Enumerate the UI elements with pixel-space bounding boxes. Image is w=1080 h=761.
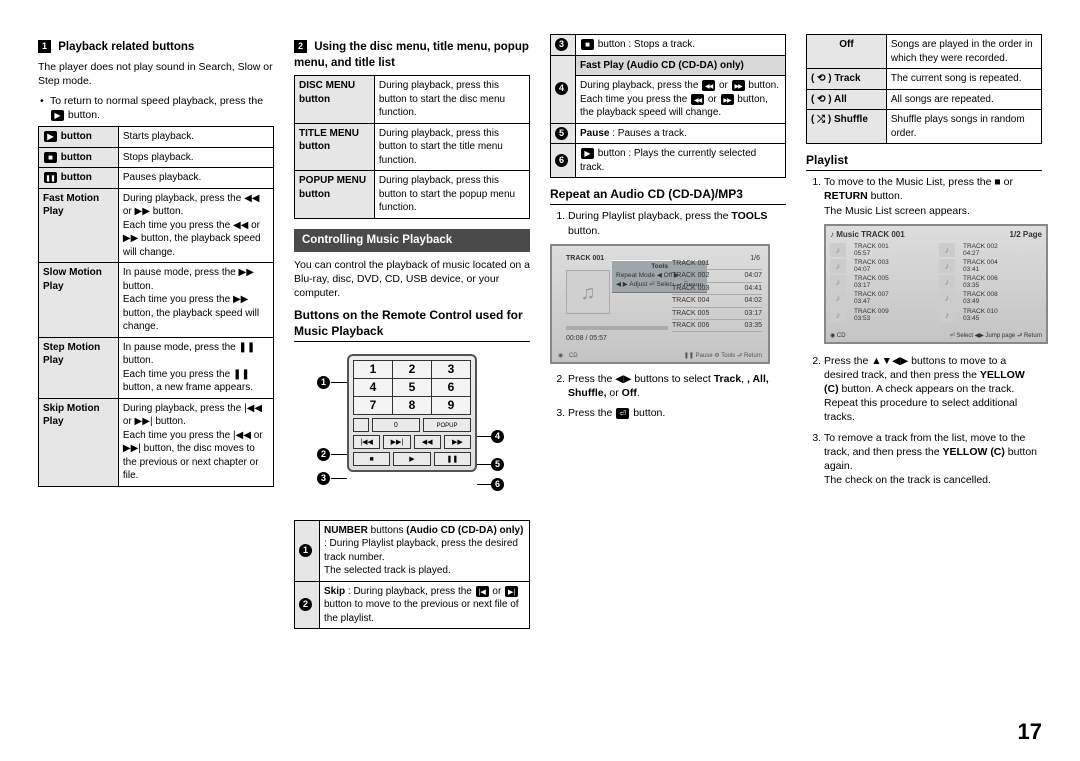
key-blank — [353, 418, 369, 432]
key-3[interactable]: 3 — [432, 360, 471, 378]
heading-repeat-cd: Repeat an Audio CD (CD-DA)/MP3 — [550, 186, 786, 205]
music-list-screenshot: ♪ Music TRACK 001 1/2 Page ♪TRACK 00105:5… — [824, 224, 1048, 344]
ff-icon — [732, 80, 745, 91]
remote-diagram: 123 456 789 0 POPUP |◀◀ ▶▶| ◀◀ ▶▶ ■ — [297, 350, 527, 510]
remote-keypad: 123 456 789 — [353, 360, 471, 415]
section-number-2: 2 — [294, 40, 307, 53]
step-2: Press the ◀▶ buttons to select Track, , … — [568, 372, 786, 400]
key-2[interactable]: 2 — [393, 360, 432, 378]
step-3: Press the button. — [568, 406, 786, 420]
repeat-steps-cont: Press the ◀▶ buttons to select Track, , … — [550, 372, 786, 421]
rewind-icon — [702, 80, 715, 91]
playback-bullets: To return to normal speed playback, pres… — [38, 94, 274, 122]
step-motion-label: Step Motion Play — [39, 337, 119, 398]
remote-callout-table-a: 1NUMBER buttons (Audio CD (CD-DA) only) … — [294, 520, 530, 630]
heading-text: Playback related buttons — [58, 41, 194, 53]
step-motion-desc: In pause mode, press the ❚❚ button. Each… — [118, 337, 273, 398]
mock2-grid: ♪TRACK 00105:57♪TRACK 00204:27♪TRACK 003… — [830, 243, 1042, 322]
key-pause[interactable]: ❚❚ — [434, 452, 471, 466]
key-5[interactable]: 5 — [393, 378, 432, 396]
callout-num-6: 6 — [555, 154, 568, 167]
section-number-1: 1 — [38, 40, 51, 53]
column-4: OffSongs are played in the order in whic… — [806, 30, 1042, 637]
callout-num-3: 3 — [555, 38, 568, 51]
play-icon — [44, 131, 57, 142]
enter-icon — [616, 408, 629, 419]
pause-icon — [44, 172, 57, 183]
key-7[interactable]: 7 — [354, 396, 393, 414]
callout-num-1: 1 — [299, 544, 312, 557]
fast-motion-label: Fast Motion Play — [39, 188, 119, 263]
mock-bottom-bar: ◉ CD❚❚ Pause ⚙ Tools ⮐ Return — [552, 352, 768, 360]
column-2: 2 Using the disc menu, title menu, popup… — [294, 30, 530, 637]
skip-prev-icon — [476, 586, 489, 597]
remote-body: 123 456 789 0 POPUP |◀◀ ▶▶| ◀◀ ▶▶ ■ — [347, 354, 477, 472]
callout-num-4: 4 — [555, 82, 568, 95]
callout-num-2: 2 — [299, 598, 312, 611]
stop-icon — [581, 39, 594, 50]
pl-step-1: To move to the Music List, press the ■ o… — [824, 175, 1042, 344]
playback-note: The player does not play sound in Search… — [38, 60, 274, 88]
skip-motion-label: Skip Motion Play — [39, 398, 119, 486]
ff-icon — [721, 94, 734, 105]
music-note-icon: ♫ — [566, 270, 610, 314]
mock-time: 00:08 / 05:57 — [566, 334, 607, 343]
key-popup[interactable]: POPUP — [423, 418, 471, 432]
callout-2: 2 — [317, 448, 330, 461]
key-play[interactable]: ▶ — [393, 452, 430, 466]
play-icon — [581, 148, 594, 159]
key-1[interactable]: 1 — [354, 360, 393, 378]
music-control-desc: You can control the playback of music lo… — [294, 258, 530, 301]
key-rewind[interactable]: ◀◀ — [414, 435, 441, 449]
fast-motion-desc: During playback, press the ◀◀ or ▶▶ butt… — [118, 188, 273, 263]
playlist-steps: To move to the Music List, press the ■ o… — [806, 175, 1042, 487]
skip-motion-desc: During playback, press the |◀◀ or ▶▶| bu… — [118, 398, 273, 486]
step-1: During Playlist playback, press the TOOL… — [568, 209, 786, 237]
key-9[interactable]: 9 — [432, 396, 471, 414]
column-1: 1 Playback related buttons The player do… — [38, 30, 274, 637]
pl-step-3: To remove a track from the list, move to… — [824, 431, 1042, 488]
key-fast-forward[interactable]: ▶▶ — [444, 435, 471, 449]
heading-controlling-music: Controlling Music Playback — [294, 229, 530, 253]
key-6[interactable]: 6 — [432, 378, 471, 396]
play-icon — [51, 110, 64, 121]
heading-playlist: Playlist — [806, 152, 1042, 171]
mock2-header: ♪ Music TRACK 001 — [830, 230, 905, 241]
heading-disc-menu: 2 Using the disc menu, title menu, popup… — [294, 40, 530, 71]
callout-1: 1 — [317, 376, 330, 389]
heading-playback-buttons: 1 Playback related buttons — [38, 40, 274, 56]
callout-num-5: 5 — [555, 127, 568, 140]
page-number: 17 — [1018, 717, 1042, 747]
progress-bar — [566, 326, 668, 330]
pl-step-2: Press the ▲▼◀▶ buttons to move to a desi… — [824, 354, 1042, 425]
mock-tracklist: TRACK 001 TRACK 002 04:07 TRACK 003 04:4… — [672, 258, 762, 333]
callout-3: 3 — [317, 472, 330, 485]
key-skip-prev[interactable]: |◀◀ — [353, 435, 380, 449]
stop-icon — [44, 152, 57, 163]
page-columns: 1 Playback related buttons The player do… — [38, 30, 1042, 637]
mock-track-title: TRACK 001 — [566, 254, 604, 263]
fast-play-header: Fast Play (Audio CD (CD-DA) only) — [576, 55, 786, 76]
heading-remote-buttons: Buttons on the Remote Control used for M… — [294, 307, 530, 342]
column-3: 3 button : Stops a track. 4Fast Play (Au… — [550, 30, 786, 637]
remote-callout-table-b: 3 button : Stops a track. 4Fast Play (Au… — [550, 34, 786, 178]
rewind-icon — [691, 94, 704, 105]
key-0[interactable]: 0 — [372, 418, 420, 432]
skip-next-icon — [505, 586, 518, 597]
mock2-page: 1/2 Page — [1010, 230, 1042, 241]
tools-screenshot: TRACK 001 1/6 ♫ Tools Repeat Mode ◀ Off … — [550, 244, 770, 364]
bullet-return-normal: To return to normal speed playback, pres… — [38, 94, 274, 122]
slow-motion-desc: In pause mode, press the ▶▶ button. Each… — [118, 263, 273, 338]
key-skip-next[interactable]: ▶▶| — [383, 435, 410, 449]
repeat-steps: During Playlist playback, press the TOOL… — [550, 209, 786, 237]
playback-buttons-table: buttonStarts playback. buttonStops playb… — [38, 126, 274, 487]
key-8[interactable]: 8 — [393, 396, 432, 414]
menu-buttons-table: DISC MENU buttonDuring playback, press t… — [294, 75, 530, 219]
key-stop[interactable]: ■ — [353, 452, 390, 466]
slow-motion-label: Slow Motion Play — [39, 263, 119, 338]
key-4[interactable]: 4 — [354, 378, 393, 396]
heading-text: Using the disc menu, title menu, popup m… — [294, 41, 529, 69]
repeat-mode-table: OffSongs are played in the order in whic… — [806, 34, 1042, 144]
